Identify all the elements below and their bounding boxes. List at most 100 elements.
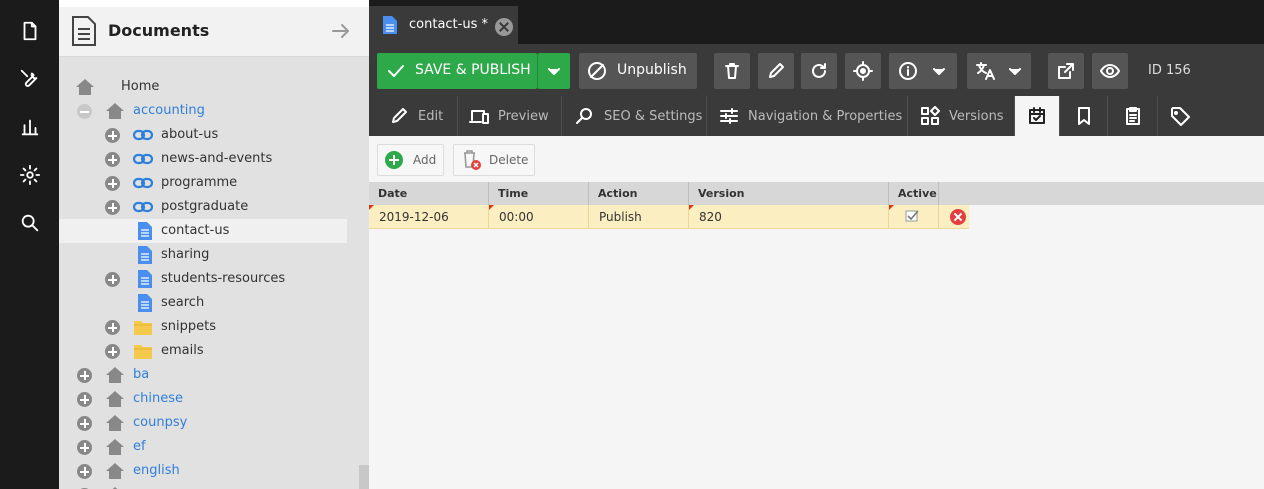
expand-icon[interactable] [77,464,92,479]
expand-icon[interactable] [105,176,120,191]
cell-version[interactable]: 820 [689,205,889,229]
tree-item-about-us[interactable]: about-us [59,123,347,147]
open-in-new-window-button[interactable] [1048,53,1084,89]
tab-tags[interactable] [1158,96,1202,136]
tree-item-news-and-events[interactable]: news-and-events [59,147,347,171]
refresh-icon [812,63,826,78]
cell-action[interactable]: Publish [589,205,689,229]
tree-item-ba[interactable]: ba [59,363,347,387]
tab-schedule[interactable] [1015,96,1060,136]
settings-nav-button[interactable] [0,151,59,199]
column-header-time[interactable]: Time [489,182,589,205]
info-dropdown-button[interactable] [889,53,957,89]
tab-contact-us[interactable]: contact-us * [369,6,518,44]
column-header-action[interactable]: Action [589,182,689,205]
tab-versions-label: Versions [949,108,1004,124]
tree-item-contact-us[interactable]: contact-us [59,219,347,243]
column-header-date[interactable]: Date [369,182,489,205]
expand-icon[interactable] [77,392,92,407]
table-row[interactable]: 2019-12-06 00:00 Publish 820 [369,205,969,229]
tree-scrollbar[interactable] [359,465,369,489]
collapse-arrow-icon[interactable] [331,21,351,41]
active-checkbox-icon[interactable] [905,209,920,222]
locate-in-tree-button[interactable] [845,53,881,89]
close-tab-icon[interactable] [495,18,513,36]
expand-icon[interactable] [105,152,120,167]
documents-nav-button[interactable] [0,7,59,55]
trash-icon [725,63,739,79]
crosshair-icon [853,61,873,81]
column-header-active[interactable]: Active [889,182,939,205]
tree-item-label: ba [133,367,150,382]
tree-item-postgraduate[interactable]: postgraduate [59,195,347,219]
tree-item-label: programme [161,175,238,190]
tree-item-sharing[interactable]: sharing [59,243,347,267]
tab-bookmark[interactable] [1060,96,1108,136]
tag-icon [1171,107,1190,126]
collapse-icon[interactable] [77,104,92,119]
expand-icon[interactable] [77,440,92,455]
tab-seo-settings[interactable]: SEO & Settings [562,96,707,136]
tab-notes[interactable] [1108,96,1158,136]
tree-item-programme[interactable]: programme [59,171,347,195]
tab-navigation-properties[interactable]: Navigation & Properties [707,96,908,136]
tab-preview[interactable]: Preview [458,96,562,136]
add-icon [385,151,403,169]
delete-button[interactable] [714,53,750,89]
tree-item-gs[interactable]: gs [59,483,347,489]
link-icon [132,126,154,144]
remove-row-icon[interactable] [950,209,966,225]
tree-item-label: search [161,295,205,310]
cell-remove[interactable] [939,205,969,229]
tree-item-snippets[interactable]: snippets [59,315,347,339]
home-icon [105,438,125,456]
tab-edit[interactable]: Edit [369,96,458,136]
cell-time[interactable]: 00:00 [489,205,589,229]
tree-item-label: contact-us [161,223,230,238]
widgets-icon [921,106,940,125]
tree-item-label: Home [121,79,160,94]
column-header-version[interactable]: Version [689,182,889,205]
tab-versions[interactable]: Versions [908,96,1015,136]
home-icon [75,78,95,96]
delete-schedule-button[interactable]: Delete [453,144,535,176]
tab-seo-label: SEO & Settings [604,108,703,124]
home-icon [105,366,125,384]
add-schedule-button[interactable]: Add [377,144,444,176]
search-nav-button[interactable] [0,199,59,247]
tree-item-accounting[interactable]: accounting [59,99,347,123]
unpublish-button[interactable]: Unpublish [579,53,697,89]
expand-icon[interactable] [105,200,120,215]
tree-item-emails[interactable]: emails [59,339,347,363]
bar-chart-icon [21,119,38,136]
tree-item-Home[interactable]: Home [59,75,347,99]
home-icon [105,414,125,432]
rename-button[interactable] [758,53,794,89]
cell-date[interactable]: 2019-12-06 [369,205,489,229]
tree-item-counpsy[interactable]: counpsy [59,411,347,435]
tab-navigation-label: Navigation & Properties [748,108,903,124]
reports-nav-button[interactable] [0,103,59,151]
expand-icon[interactable] [105,320,120,335]
reload-button[interactable] [801,53,837,89]
folder-icon [133,318,153,336]
translation-dropdown-button[interactable] [967,53,1031,89]
preview-button[interactable] [1092,53,1128,89]
cell-active[interactable] [889,205,939,229]
main-nav-rail [0,0,59,489]
expand-icon[interactable] [77,416,92,431]
expand-icon[interactable] [105,272,120,287]
tree-item-search[interactable]: search [59,291,347,315]
expand-icon[interactable] [105,128,120,143]
expand-icon[interactable] [77,368,92,383]
home-icon [105,462,125,480]
save-options-dropdown[interactable] [538,53,570,89]
save-publish-button[interactable]: SAVE & PUBLISH [377,53,538,89]
tree-item-students-resources[interactable]: students-resources [59,267,347,291]
tools-nav-button[interactable] [0,55,59,103]
tree-item-chinese[interactable]: chinese [59,387,347,411]
chevron-down-icon [933,68,945,75]
expand-icon[interactable] [105,344,120,359]
tree-item-ef[interactable]: ef [59,435,347,459]
tree-item-english[interactable]: english [59,459,347,483]
